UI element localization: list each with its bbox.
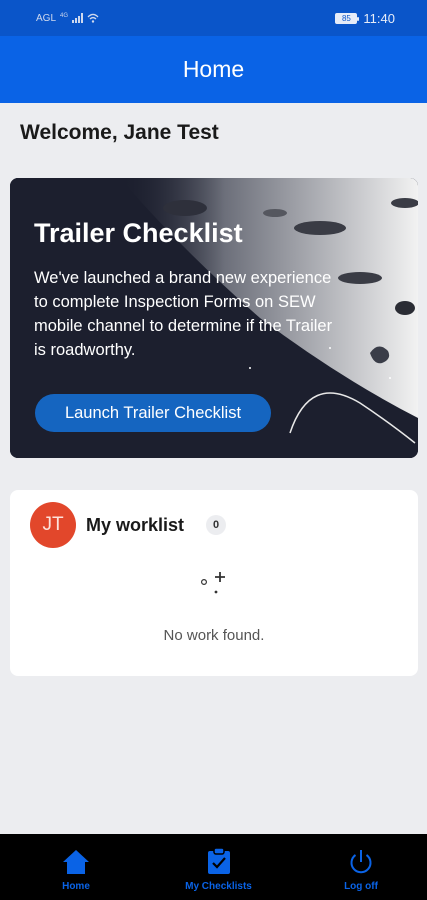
worklist-title: My worklist — [86, 515, 185, 535]
banner-description: We've launched a brand new experience to… — [34, 269, 333, 359]
wifi-icon — [87, 13, 99, 23]
nav-label-home: Home — [62, 881, 90, 892]
status-left: AGL 4G — [36, 13, 99, 24]
empty-state-message: No work found. — [163, 627, 265, 644]
status-bar: AGL 4G 85 11:40 — [0, 0, 427, 36]
carrier-name: AGL — [36, 12, 57, 24]
banner-title: Trailer Checklist — [34, 218, 243, 248]
bottom-navigation: Home My Checklists Log off — [0, 834, 427, 900]
launch-trailer-checklist-button[interactable]: Launch Trailer Checklist — [35, 394, 271, 432]
avatar: JT — [30, 502, 76, 548]
nav-item-my-checklists[interactable]: My Checklists — [179, 834, 259, 900]
nav-label-log-off: Log off — [344, 881, 378, 892]
nav-label-my-checklists: My Checklists — [185, 881, 252, 892]
clipboard-icon — [207, 847, 230, 874]
welcome-message: Welcome, Jane Test — [20, 121, 219, 144]
power-icon — [350, 850, 372, 874]
worklist-card: JT My worklist 0 No work found. — [10, 490, 418, 676]
nav-item-log-off[interactable]: Log off — [321, 834, 401, 900]
signal-icon — [72, 13, 84, 23]
page-title: Home — [182, 56, 245, 82]
home-icon — [63, 850, 89, 874]
status-right: 85 11:40 — [335, 11, 395, 26]
network-type: 4G — [60, 12, 69, 19]
nav-item-home[interactable]: Home — [36, 834, 116, 900]
app-bar: Home — [0, 36, 427, 103]
trailer-checklist-banner: Trailer Checklist We've launched a brand… — [10, 178, 418, 458]
battery-level: 85 — [341, 13, 351, 23]
worklist-count-badge: 0 — [206, 515, 226, 535]
battery-icon: 85 — [335, 12, 360, 24]
clock: 11:40 — [363, 10, 395, 26]
sparkle-icon — [200, 572, 225, 594]
